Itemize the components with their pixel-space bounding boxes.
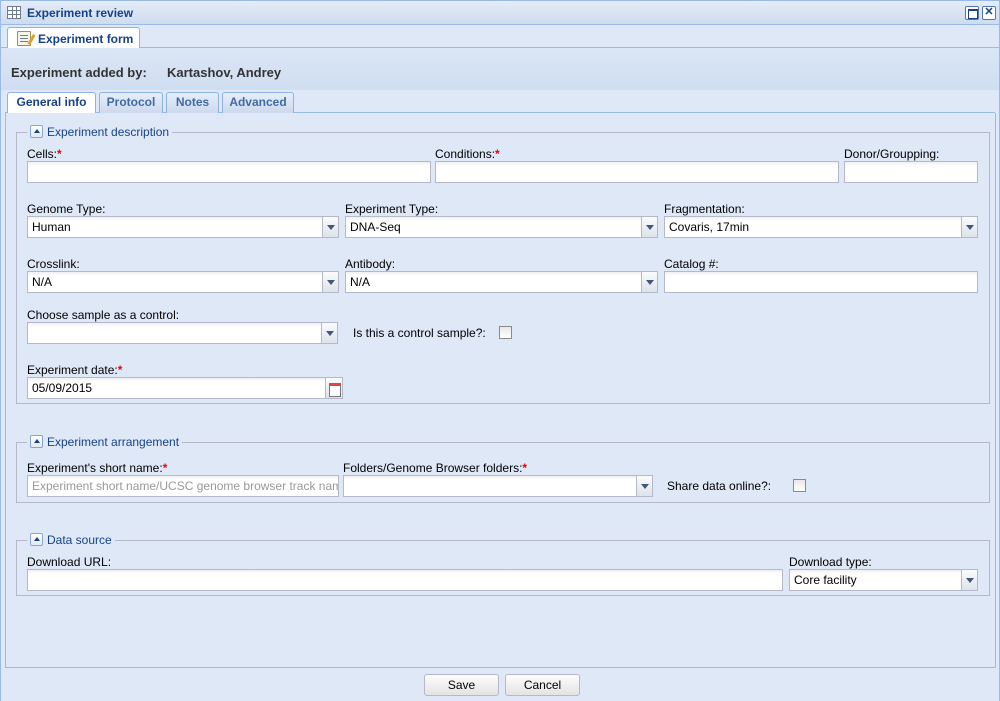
download-type-combo[interactable]: Core facility xyxy=(789,569,978,591)
required-marker: * xyxy=(117,363,123,377)
short-name-label: Experiment's short name:* xyxy=(27,461,167,475)
genome-type-combo[interactable]: Human xyxy=(27,216,339,238)
share-online-checkbox[interactable] xyxy=(793,479,806,492)
tab-general-info[interactable]: General info xyxy=(7,92,96,114)
conditions-label-text: Conditions: xyxy=(435,147,496,161)
collapse-icon[interactable] xyxy=(30,435,43,448)
tab-notes[interactable]: Notes xyxy=(166,92,219,113)
required-marker: * xyxy=(495,147,500,161)
genome-type-value: Human xyxy=(32,220,71,234)
folders-combo[interactable] xyxy=(343,475,653,497)
chevron-down-icon[interactable] xyxy=(641,217,657,237)
tab-experiment-form-label: Experiment form xyxy=(38,32,134,46)
download-url-field[interactable] xyxy=(27,569,783,591)
experiment-date-label-text: Experiment date: xyxy=(27,363,118,377)
catalog-label: Catalog #: xyxy=(664,257,719,271)
experiment-type-value: DNA-Seq xyxy=(350,220,401,234)
antibody-combo[interactable]: N/A xyxy=(345,271,658,293)
is-control-checkbox[interactable] xyxy=(499,326,512,339)
experiment-date-value: 05/09/2015 xyxy=(32,381,93,395)
window-title: Experiment review xyxy=(27,6,134,20)
fragmentation-value: Covaris, 17min xyxy=(669,220,750,234)
experiment-date-label: Experiment date:* xyxy=(27,363,122,377)
data-source-legend: Data source xyxy=(27,533,115,548)
experiment-arrangement-fieldset: Experiment arrangement Experiment's shor… xyxy=(16,435,990,503)
chevron-down-icon[interactable] xyxy=(636,476,652,496)
added-by-value: Kartashov, Andrey xyxy=(167,65,282,80)
chevron-down-icon[interactable] xyxy=(961,570,977,590)
chevron-down-icon[interactable] xyxy=(322,217,338,237)
donor-label: Donor/Groupping: xyxy=(844,147,940,161)
genome-type-label: Genome Type: xyxy=(27,202,106,216)
folders-label-text: Folders/Genome Browser folders: xyxy=(343,461,523,475)
cancel-button[interactable]: Cancel xyxy=(505,674,580,696)
fragmentation-label: Fragmentation: xyxy=(664,202,745,216)
legend-text: Experiment arrangement xyxy=(47,435,180,449)
calendar-icon[interactable] xyxy=(325,378,342,398)
control-sample-label: Choose sample as a control: xyxy=(27,308,180,322)
download-type-label: Download type: xyxy=(789,555,872,569)
cells-label: Cells:* xyxy=(27,147,62,161)
cells-field[interactable] xyxy=(27,161,431,183)
experiment-review-window: Experiment review ✕ Experiment form Expe… xyxy=(0,0,1000,701)
experiment-arrangement-legend: Experiment arrangement xyxy=(27,435,183,450)
download-type-value: Core facility xyxy=(794,573,857,587)
required-marker: * xyxy=(522,461,528,475)
tab-protocol[interactable]: Protocol xyxy=(99,92,163,113)
chevron-down-icon[interactable] xyxy=(961,217,977,237)
required-marker: * xyxy=(57,147,62,161)
experiment-date-field[interactable]: 05/09/2015 xyxy=(27,377,343,399)
crosslink-value: N/A xyxy=(32,275,53,289)
is-control-label: Is this a control sample?: xyxy=(353,326,486,340)
catalog-field[interactable] xyxy=(664,271,978,293)
added-by-header: Experiment added by: Kartashov, Andrey xyxy=(1,48,999,90)
short-name-label-text: Experiment's short name: xyxy=(27,461,163,475)
chevron-down-icon[interactable] xyxy=(321,323,337,343)
antibody-label: Antibody: xyxy=(345,257,396,271)
tab-advanced[interactable]: Advanced xyxy=(222,92,294,113)
conditions-label: Conditions:* xyxy=(435,147,500,161)
experiment-type-combo[interactable]: DNA-Seq xyxy=(345,216,658,238)
inner-tabstrip: General info Protocol Notes Advanced xyxy=(5,90,995,114)
chevron-down-icon[interactable] xyxy=(322,272,338,292)
legend-text: Experiment description xyxy=(47,125,170,139)
antibody-value: N/A xyxy=(350,275,371,289)
data-source-fieldset: Data source Download URL: Download type:… xyxy=(16,533,990,596)
general-info-panel: Experiment description Cells:* Condition… xyxy=(5,113,996,668)
short-name-field[interactable]: Experiment short name/UCSC genome browse… xyxy=(27,475,339,497)
tab-experiment-form[interactable]: Experiment form xyxy=(7,27,140,49)
donor-field[interactable] xyxy=(844,161,978,183)
experiment-description-legend: Experiment description xyxy=(27,125,173,140)
maximize-icon[interactable] xyxy=(965,6,979,20)
outer-tabstrip: Experiment form xyxy=(1,25,999,49)
fragmentation-combo[interactable]: Covaris, 17min xyxy=(664,216,978,238)
download-url-label: Download URL: xyxy=(27,555,112,569)
experiment-type-label: Experiment Type: xyxy=(345,202,439,216)
experiment-description-fieldset: Experiment description Cells:* Condition… xyxy=(16,125,990,404)
collapse-icon[interactable] xyxy=(30,125,43,138)
grid-icon xyxy=(7,6,21,19)
save-button[interactable]: Save xyxy=(424,674,499,696)
control-sample-combo[interactable] xyxy=(27,322,338,344)
window-titlebar: Experiment review ✕ xyxy=(1,1,999,25)
added-by-label: Experiment added by: xyxy=(11,65,147,80)
crosslink-combo[interactable]: N/A xyxy=(27,271,339,293)
chevron-down-icon[interactable] xyxy=(641,272,657,292)
collapse-icon[interactable] xyxy=(30,533,43,546)
folders-label: Folders/Genome Browser folders:* xyxy=(343,461,527,475)
legend-text: Data source xyxy=(47,533,112,547)
close-icon[interactable]: ✕ xyxy=(982,6,996,20)
required-marker: * xyxy=(162,461,168,475)
conditions-field[interactable] xyxy=(435,161,839,183)
form-icon xyxy=(17,31,31,46)
crosslink-label: Crosslink: xyxy=(27,257,80,271)
button-bar: Save Cancel xyxy=(1,669,999,701)
share-online-label: Share data online?: xyxy=(667,479,772,493)
cells-label-text: Cells: xyxy=(27,147,58,161)
